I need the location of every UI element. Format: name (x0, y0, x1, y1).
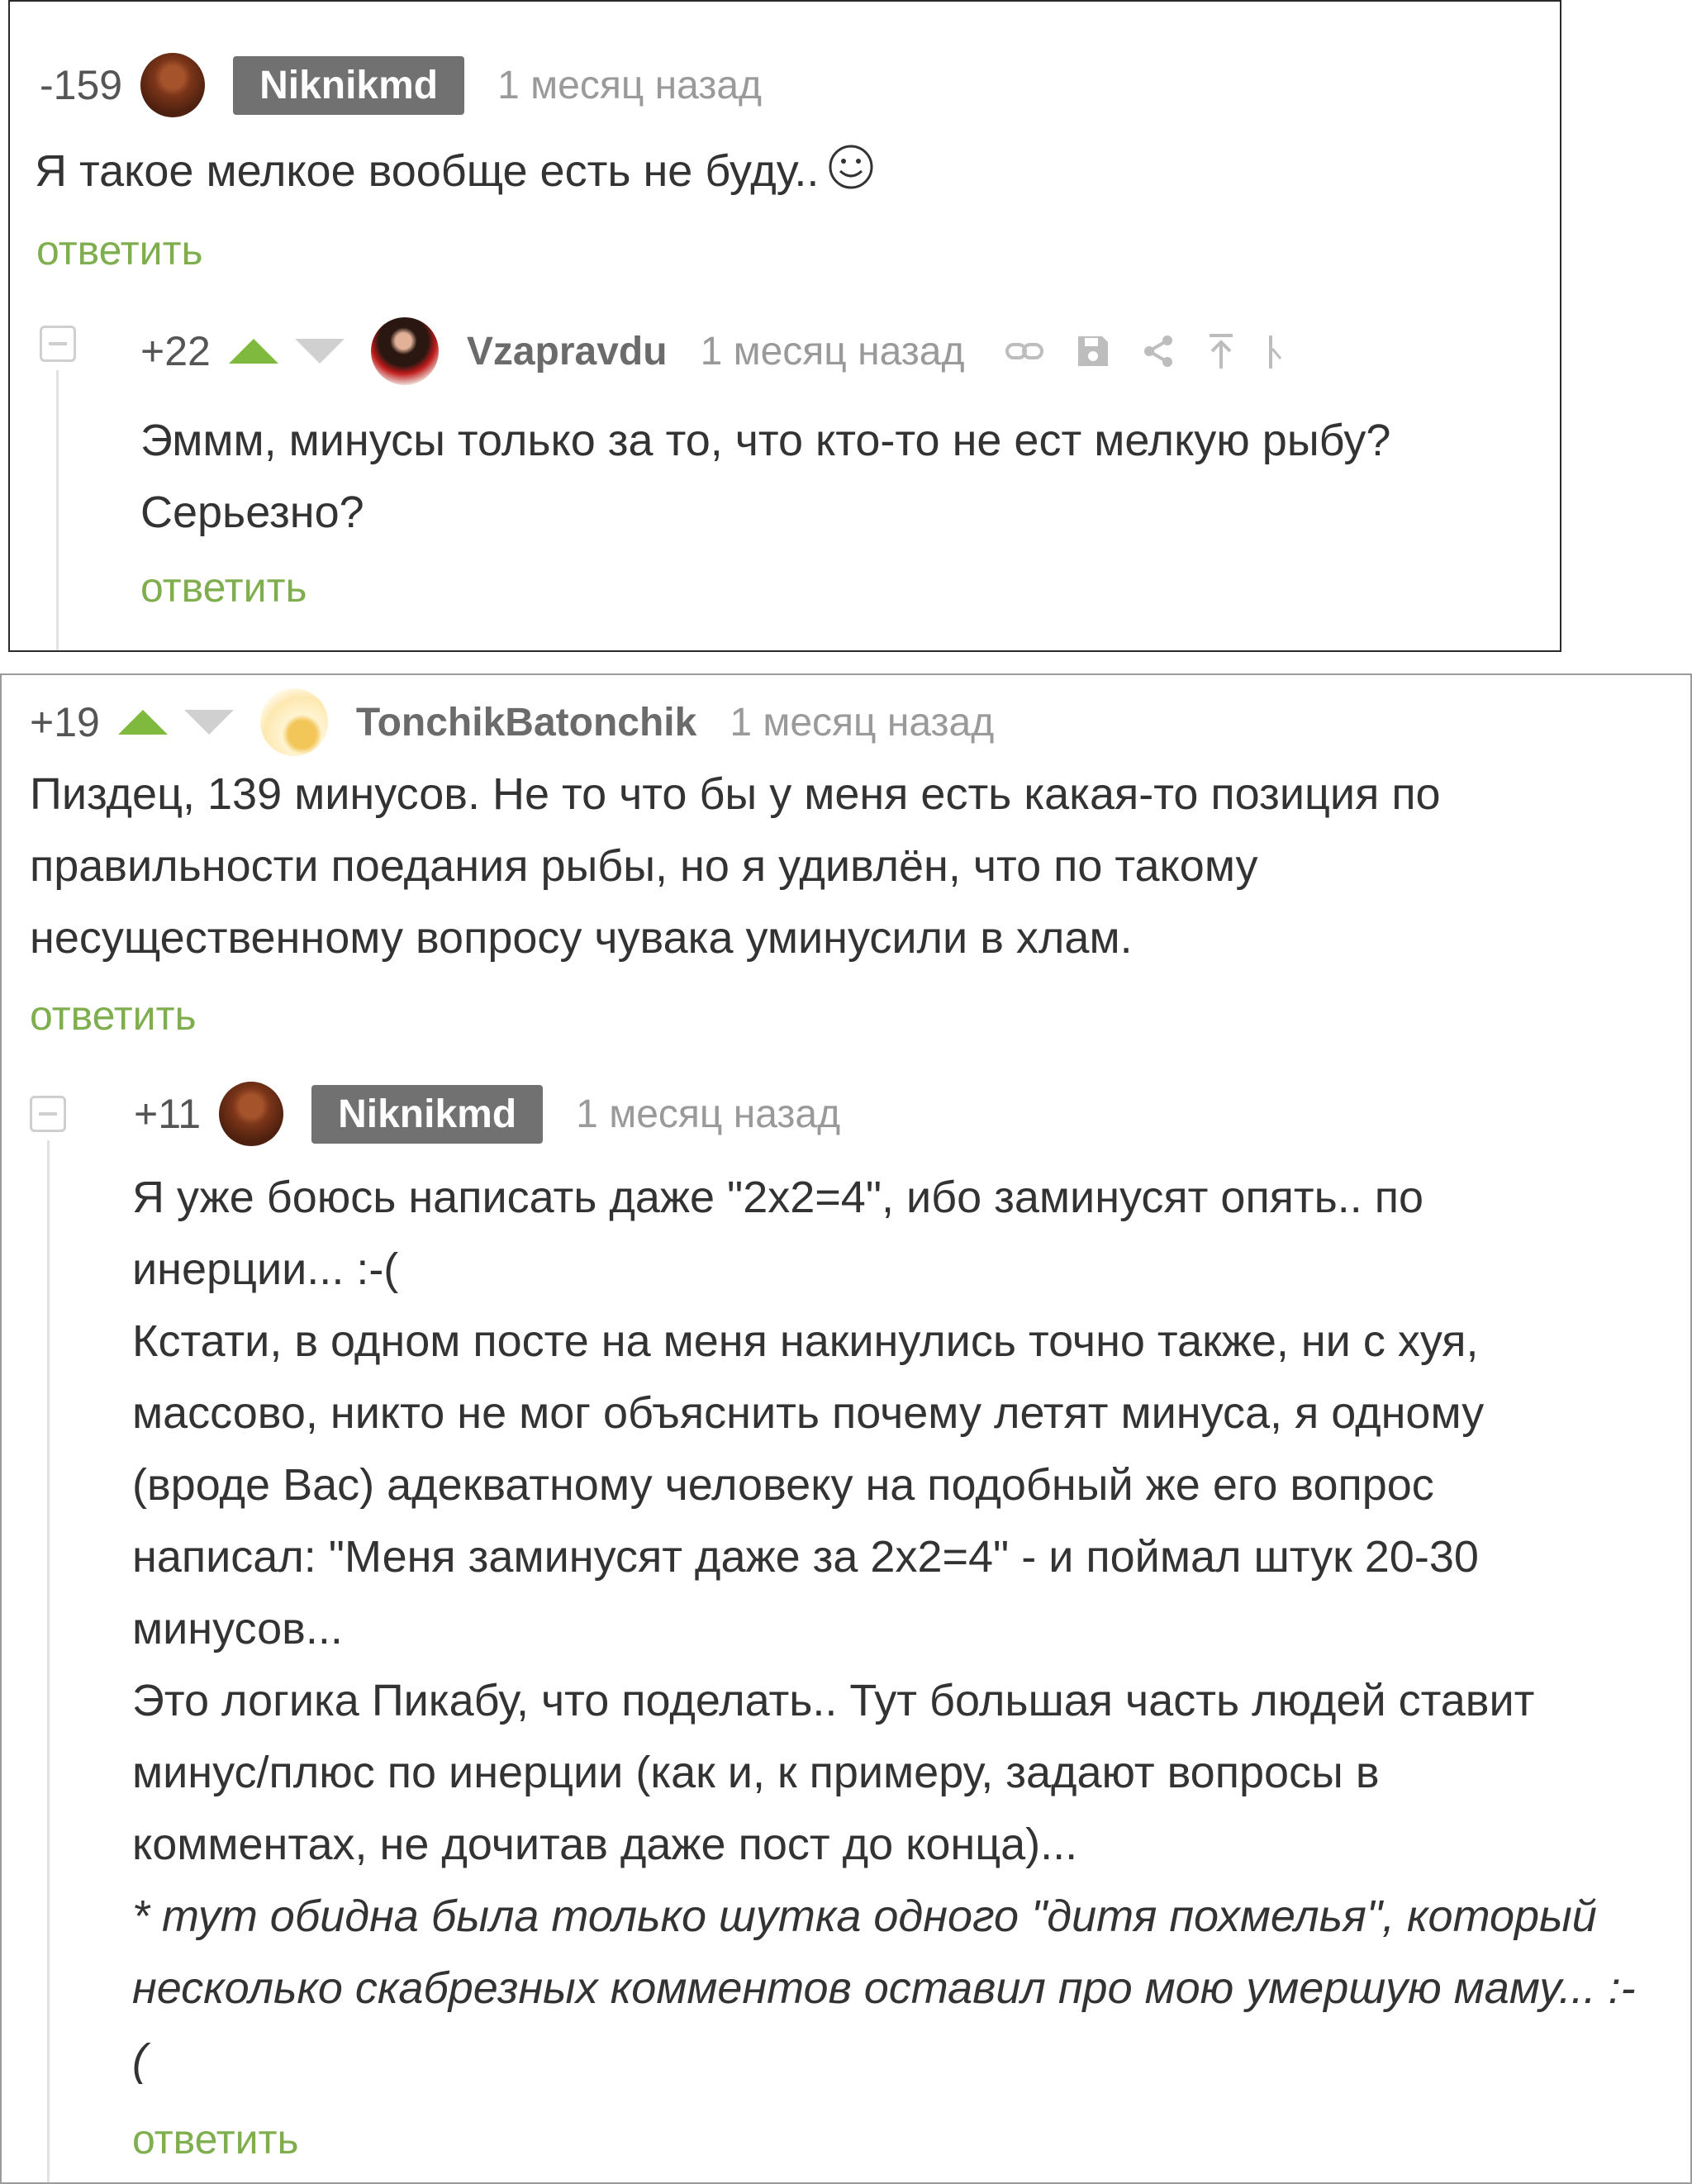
upvote-arrow-icon[interactable] (228, 339, 278, 364)
comment-text-line: комментах, не дочитав даже пост до конца… (132, 1820, 1078, 1869)
comment-rating: +11 (134, 1091, 202, 1137)
comment-text-line: инерции... :-( (132, 1244, 399, 1294)
reply-link[interactable]: ответить (140, 564, 307, 611)
downvote-arrow-icon[interactable] (294, 339, 345, 364)
save-icon[interactable] (1076, 334, 1110, 369)
comment-text-line: Серьезно? (140, 488, 364, 537)
comment-text-line: несущественному вопросу чувака уминусили… (30, 913, 1133, 963)
comment-text: Я уже боюсь написать даже "2х2=4", ибо з… (132, 1162, 1636, 2096)
more-icon[interactable] (1267, 332, 1284, 370)
comment-time: 1 месяц назад (700, 329, 965, 374)
thread-line (47, 1140, 50, 2182)
username-badge[interactable]: Niknikmd (311, 1084, 544, 1144)
username[interactable]: Vzapravdu (467, 329, 668, 374)
comment-header: +19 TonchikBatonchik 1 месяц назад (30, 685, 1034, 759)
comment-panel-top: -159 Niknikmd 1 месяц назад Я такое мелк… (8, 0, 1561, 652)
comment-text-line: минус/плюс по инерции (как и, к примеру,… (132, 1748, 1380, 1797)
downvote-arrow-icon[interactable] (183, 710, 234, 735)
avatar[interactable] (259, 688, 328, 756)
comment-text: Я такое мелкое вообще есть не буду.. (35, 136, 875, 212)
comment-text-line: Я уже боюсь написать даже "2х2=4", ибо з… (132, 1173, 1424, 1222)
username[interactable]: TonchikBatonchik (356, 700, 696, 745)
scroll-up-icon[interactable] (1206, 332, 1236, 370)
comment-italic-line: * тут обидна была только шутка одного "д… (132, 1891, 1597, 1941)
comment-text-line: Я такое мелкое вообще есть не буду.. (35, 146, 820, 196)
comment-text: Пиздец, 139 минусов. Не то что бы у меня… (30, 759, 1441, 974)
comment-italic-line: ( (132, 2035, 147, 2085)
comment-text-line: Пиздец, 139 минусов. Не то что бы у меня… (30, 769, 1441, 819)
comment-header: +22 Vzapravdu 1 месяц назад (140, 314, 1315, 388)
avatar[interactable] (370, 317, 439, 385)
comment-text-line: минусов... (132, 1604, 343, 1653)
link-icon[interactable] (1005, 339, 1044, 364)
comment-text-line: массово, никто не мог объяснить почему л… (132, 1388, 1485, 1438)
comment-rating: +19 (30, 699, 100, 745)
comment-header: -159 Niknikmd 1 месяц назад (40, 48, 801, 122)
comment-panel-bottom: +19 TonchikBatonchik 1 месяц назад Пизде… (0, 673, 1692, 2184)
comment-text-line: (вроде Вас) адекватному человеку на подо… (132, 1460, 1434, 1510)
comment-time: 1 месяц назад (497, 63, 763, 107)
collapse-thread-button[interactable] (40, 326, 76, 362)
share-icon[interactable] (1142, 334, 1175, 369)
reply-link[interactable]: ответить (36, 226, 203, 274)
comment-header: +11 Niknikmd 1 месяц назад (134, 1077, 880, 1151)
comment-time: 1 месяц назад (576, 1092, 841, 1136)
avatar[interactable] (219, 1082, 284, 1146)
comment-rating: -159 (40, 62, 123, 108)
thread-line (56, 370, 59, 650)
comment-time: 1 месяц назад (730, 700, 995, 745)
comment-text-line: правильности поедания рыбы, но я удивлён… (30, 841, 1258, 891)
collapse-thread-button[interactable] (30, 1096, 66, 1132)
reply-link[interactable]: ответить (132, 2115, 299, 2163)
comment-italic-line: несколько скабрезных комментов оставил п… (132, 1963, 1636, 2013)
comment-text: Эммм, минусы только за то, что кто-то не… (140, 405, 1390, 549)
comment-text-line: Это логика Пикабу, что поделать.. Тут бо… (132, 1676, 1535, 1725)
smile-emoji-icon (827, 140, 875, 212)
reply-link[interactable]: ответить (30, 992, 197, 1040)
comment-rating: +22 (140, 328, 211, 374)
comment-text-line: написал: "Меня заминусят даже за 2х2=4" … (132, 1532, 1479, 1582)
comment-text-line: Кстати, в одном посте на меня накинулись… (132, 1316, 1479, 1366)
comment-text-line: Эммм, минусы только за то, что кто-то не… (140, 416, 1391, 465)
upvote-arrow-icon[interactable] (117, 710, 168, 735)
avatar[interactable] (140, 53, 206, 117)
username-badge[interactable]: Niknikmd (233, 55, 465, 115)
